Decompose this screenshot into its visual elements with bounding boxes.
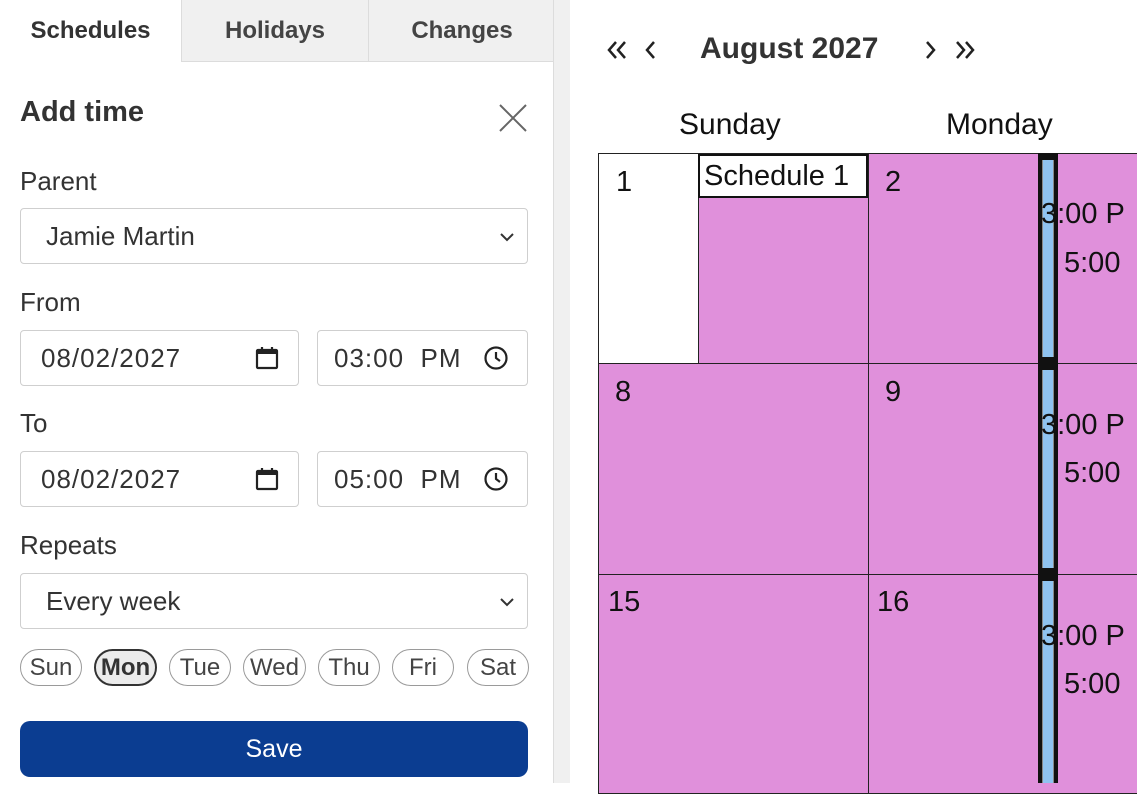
day-number: 16 bbox=[877, 586, 910, 618]
tab-schedules[interactable]: Schedules bbox=[0, 0, 181, 62]
clock-icon[interactable] bbox=[483, 466, 509, 492]
event-bar-fill bbox=[1042, 370, 1054, 568]
repeats-select[interactable]: Every week bbox=[20, 573, 528, 629]
day-number: 9 bbox=[885, 376, 902, 408]
schedule-editor-panel: Schedules Holidays Changes Add time Pare… bbox=[0, 0, 555, 783]
day-toggle-sat[interactable]: Sat bbox=[467, 649, 529, 686]
previous-year-icon[interactable] bbox=[603, 36, 631, 64]
chevron-down-icon bbox=[500, 233, 514, 242]
weekday-toggle-group: Sun Mon Tue Wed Thu Fri Sat bbox=[20, 649, 530, 687]
parent-select-value: Jamie Martin bbox=[46, 220, 195, 251]
to-label: To bbox=[20, 408, 48, 438]
tab-changes[interactable]: Changes bbox=[368, 0, 555, 62]
save-button[interactable]: Save bbox=[20, 721, 528, 777]
calendar-icon[interactable] bbox=[254, 345, 280, 371]
next-month-icon[interactable] bbox=[916, 36, 944, 64]
to-date-value: 08/02/2027 bbox=[41, 463, 182, 494]
event-end-time: 5:00 bbox=[1064, 247, 1121, 279]
tab-holidays[interactable]: Holidays bbox=[181, 0, 368, 62]
panel-divider[interactable] bbox=[553, 0, 570, 783]
calendar-icon[interactable] bbox=[254, 466, 280, 492]
chevron-down-icon bbox=[500, 598, 514, 607]
next-year-icon[interactable] bbox=[951, 36, 979, 64]
from-time-input[interactable]: 03:00 PM bbox=[317, 330, 528, 386]
day-number: 2 bbox=[885, 166, 902, 198]
day-toggle-mon[interactable]: Mon bbox=[94, 649, 157, 686]
to-time-value: 05:00 PM bbox=[334, 463, 462, 494]
from-date-value: 08/02/2027 bbox=[41, 342, 182, 373]
event-end-time: 5:00 bbox=[1064, 668, 1121, 700]
parent-label: Parent bbox=[20, 166, 97, 196]
event-start-time: 3:00 P bbox=[1041, 198, 1125, 230]
to-time-input[interactable]: 05:00 PM bbox=[317, 451, 528, 507]
parent-select[interactable]: Jamie Martin bbox=[20, 208, 528, 264]
clock-icon[interactable] bbox=[483, 345, 509, 371]
event-start-time: 3:00 P bbox=[1041, 409, 1125, 441]
from-date-input[interactable]: 08/02/2027 bbox=[20, 330, 299, 386]
event-bar-fill bbox=[1042, 160, 1054, 357]
day-toggle-thu[interactable]: Thu bbox=[318, 649, 380, 686]
day-toggle-wed[interactable]: Wed bbox=[243, 649, 306, 686]
calendar-day-cell[interactable] bbox=[598, 363, 869, 575]
month-title: August 2027 bbox=[700, 32, 879, 65]
event-end-time: 5:00 bbox=[1064, 457, 1121, 489]
close-icon[interactable] bbox=[497, 102, 529, 134]
day-number: 8 bbox=[615, 376, 632, 408]
to-date-input[interactable]: 08/02/2027 bbox=[20, 451, 299, 507]
weekday-header-sunday: Sunday bbox=[679, 108, 781, 141]
tab-bar: Schedules Holidays Changes bbox=[0, 0, 555, 62]
repeats-label: Repeats bbox=[20, 530, 117, 560]
event-bar-fill bbox=[1042, 581, 1054, 783]
repeats-select-value: Every week bbox=[46, 585, 181, 616]
event-start-time: 3:00 P bbox=[1041, 620, 1125, 652]
day-number: 1 bbox=[616, 166, 633, 198]
day-toggle-sun[interactable]: Sun bbox=[20, 649, 82, 686]
previous-month-icon[interactable] bbox=[637, 36, 665, 64]
weekday-header-monday: Monday bbox=[946, 108, 1053, 141]
schedule-event-label[interactable]: Schedule 1 bbox=[698, 154, 868, 198]
day-toggle-fri[interactable]: Fri bbox=[392, 649, 454, 686]
form-title: Add time bbox=[20, 96, 145, 128]
calendar-day-cell[interactable] bbox=[598, 153, 699, 364]
from-time-value: 03:00 PM bbox=[334, 342, 462, 373]
day-toggle-tue[interactable]: Tue bbox=[169, 649, 231, 686]
day-number: 15 bbox=[608, 586, 641, 618]
from-label: From bbox=[20, 287, 81, 317]
